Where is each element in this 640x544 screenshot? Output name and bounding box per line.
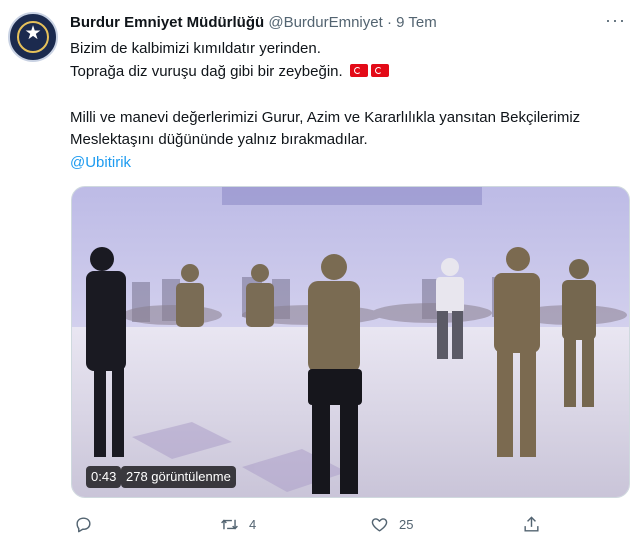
retweet-count: 4 (249, 516, 257, 532)
video-frame (72, 187, 629, 497)
reply-button[interactable] (74, 512, 93, 536)
heart-icon (371, 517, 388, 532)
tweet-header: Burdur Emniyet Müdürlüğü @BurdurEmniyet … (70, 14, 437, 31)
retweet-button[interactable]: 4 (220, 512, 256, 536)
share-icon (524, 515, 539, 532)
avatar[interactable]: ★ (8, 12, 58, 62)
tweet-date[interactable]: 9 Tem (396, 14, 437, 31)
police-star-icon: ★ (24, 23, 42, 44)
tweet-line-3: Milli ve manevi değerlerimizi Gurur, Azi… (70, 109, 581, 126)
author-handle[interactable]: @BurdurEmniyet (268, 14, 382, 31)
like-button[interactable]: 25 (370, 512, 413, 536)
separator-dot: · (386, 14, 392, 31)
tweet-line-4: Meslektaşını düğününde yalnız bırakmadıl… (70, 131, 368, 148)
share-button[interactable] (522, 512, 541, 536)
video-views-badge: 278 görüntülenme (121, 466, 236, 488)
author-name[interactable]: Burdur Emniyet Müdürlüğü (70, 14, 264, 31)
reply-icon (76, 516, 91, 532)
tweet-line-1: Bizim de kalbimizi kımıldatır yerinden. (70, 40, 321, 57)
video-duration-badge: 0:43 (86, 466, 122, 488)
retweet-icon (221, 519, 238, 529)
tweet-line-2-text: Toprağa diz vuruşu dağ gibi bir zeybeğin… (70, 63, 343, 80)
turkey-flag-icon (370, 64, 389, 77)
tweet-line-2: Toprağa diz vuruşu dağ gibi bir zeybeğin… (70, 62, 389, 82)
video-player[interactable] (71, 186, 630, 498)
like-count: 25 (399, 516, 414, 532)
mention-link[interactable]: @Ubitirik (70, 153, 131, 173)
more-options-icon[interactable]: ··· (605, 10, 626, 31)
turkey-flag-icon (349, 64, 368, 77)
